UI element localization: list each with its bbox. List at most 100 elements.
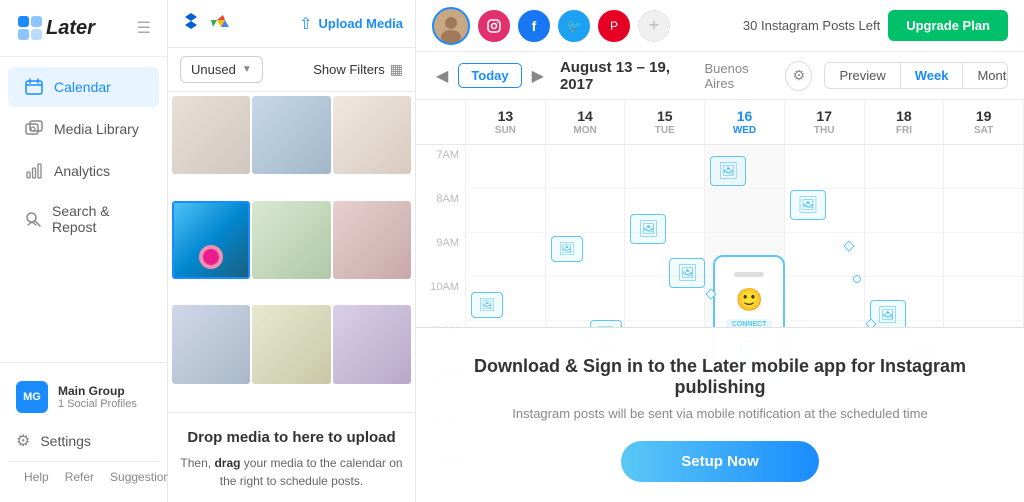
overlay-panel: Download & Sign in to the Later mobile a… xyxy=(416,327,1024,502)
drop-description: Then, drag your media to the calendar on… xyxy=(180,454,403,490)
cal-cell-2-3[interactable] xyxy=(705,233,785,277)
sidebar-item-analytics[interactable]: Analytics xyxy=(8,151,159,191)
next-arrow-button[interactable]: ▶ xyxy=(528,62,548,90)
app-logo: Later xyxy=(16,14,95,42)
media-library-icon xyxy=(24,119,44,139)
cal-cell-1-4[interactable] xyxy=(785,189,865,233)
search-repost-icon xyxy=(24,209,42,229)
sidebar-item-calendar-label: Calendar xyxy=(54,79,111,95)
sidebar-item-search-repost[interactable]: Search & Repost xyxy=(8,193,159,245)
time-header-cell xyxy=(416,100,466,144)
media-thumb[interactable] xyxy=(333,305,411,383)
cal-cell-2-5[interactable] xyxy=(865,233,945,277)
date-range: August 13 – 19, 2017 xyxy=(560,59,693,93)
timezone: Buenos Aires xyxy=(705,61,774,91)
cal-cell-1-0[interactable] xyxy=(466,189,546,233)
day-header-6: 19 SAT xyxy=(944,100,1024,144)
media-thumb[interactable] xyxy=(252,96,330,174)
dropbox-icon[interactable] xyxy=(180,10,202,37)
filter-value: Unused xyxy=(191,62,236,77)
show-filters-label: Show Filters xyxy=(313,62,385,77)
drop-desc-after: your media to the calendar on the right … xyxy=(220,456,403,488)
show-filters-button[interactable]: Show Filters ▦ xyxy=(313,61,403,78)
media-thumb[interactable] xyxy=(333,201,411,279)
calendar-toolbar: ◀ Today ▶ August 13 – 19, 2017 Buenos Ai… xyxy=(416,52,1024,100)
sidebar-item-media-label: Media Library xyxy=(54,121,139,137)
google-drive-icon[interactable] xyxy=(210,11,230,36)
tab-week[interactable]: Week xyxy=(901,63,964,88)
group-item[interactable]: MG Main Group 1 Social Profiles xyxy=(8,373,159,421)
sidebar-item-media-library[interactable]: Media Library xyxy=(8,109,159,149)
cal-cell-2-1[interactable] xyxy=(546,233,626,277)
day-header-4: 17 THU xyxy=(785,100,865,144)
help-link[interactable]: Help xyxy=(24,470,49,484)
cal-cell-0-1[interactable] xyxy=(546,145,626,189)
group-info: Main Group 1 Social Profiles xyxy=(58,384,137,410)
avatar-image xyxy=(434,9,468,43)
topbar: f 🐦 P + 30 Instagram Posts Left Upgrade … xyxy=(416,0,1024,52)
cal-cell-3-1[interactable] xyxy=(546,277,626,321)
upload-area[interactable]: ⇧ Upload Media xyxy=(299,14,403,34)
cal-cell-0-5[interactable] xyxy=(865,145,945,189)
cal-cell-2-4[interactable] xyxy=(785,233,865,277)
cal-cell-3-6[interactable] xyxy=(944,277,1024,321)
nav-arrows: ◀ Today ▶ xyxy=(432,62,548,90)
sidebar-footer: Help Refer Suggestions ⋯ xyxy=(8,461,159,492)
cal-cell-0-3[interactable] xyxy=(705,145,785,189)
instagram-icon[interactable] xyxy=(478,10,510,42)
refer-link[interactable]: Refer xyxy=(65,470,94,484)
cal-cell-2-0[interactable] xyxy=(466,233,546,277)
calendar-settings-button[interactable]: ⚙ xyxy=(785,61,812,91)
media-thumb[interactable] xyxy=(333,96,411,174)
day-header-5: 18 FRI xyxy=(865,100,945,144)
tab-preview[interactable]: Preview xyxy=(825,63,900,88)
sidebar-item-calendar[interactable]: Calendar xyxy=(8,67,159,107)
cal-cell-1-6[interactable] xyxy=(944,189,1024,233)
view-tabs: Preview Week Month xyxy=(824,62,1008,89)
prev-arrow-button[interactable]: ◀ xyxy=(432,62,452,90)
cal-cell-1-2[interactable] xyxy=(625,189,705,233)
media-thumb[interactable] xyxy=(172,305,250,383)
media-thumb[interactable] xyxy=(172,96,250,174)
day-header-2: 15 TUE xyxy=(625,100,705,144)
media-thumb[interactable] xyxy=(252,201,330,279)
facebook-icon[interactable]: f xyxy=(518,10,550,42)
cal-cell-0-2[interactable] xyxy=(625,145,705,189)
cal-cell-3-2[interactable] xyxy=(625,277,705,321)
twitter-icon[interactable]: 🐦 xyxy=(558,10,590,42)
cal-cell-3-0[interactable] xyxy=(466,277,546,321)
cal-cell-3-3[interactable] xyxy=(705,277,785,321)
cal-cell-1-3[interactable] xyxy=(705,189,785,233)
pinterest-icon[interactable]: P xyxy=(598,10,630,42)
overlay-title: Download & Sign in to the Later mobile a… xyxy=(436,356,1004,398)
cal-cell-1-1[interactable] xyxy=(546,189,626,233)
today-button[interactable]: Today xyxy=(458,63,521,88)
sidebar: Later ☰ Calendar xyxy=(0,0,168,502)
media-filters: Unused ▼ Show Filters ▦ xyxy=(168,48,415,92)
cal-cell-0-6[interactable] xyxy=(944,145,1024,189)
media-panel: ⇧ Upload Media Unused ▼ Show Filters ▦ D… xyxy=(168,0,416,502)
cal-cell-1-5[interactable] xyxy=(865,189,945,233)
cal-cell-2-2[interactable] xyxy=(625,233,705,277)
media-thumb[interactable] xyxy=(172,201,250,279)
logo-text: Later xyxy=(46,17,95,40)
upgrade-plan-button[interactable]: Upgrade Plan xyxy=(888,10,1008,41)
cal-cell-0-0[interactable] xyxy=(466,145,546,189)
hamburger-icon[interactable]: ☰ xyxy=(137,18,151,38)
group-avatar: MG xyxy=(16,381,48,413)
suggestions-link[interactable]: Suggestions xyxy=(110,470,176,484)
cal-cell-3-4[interactable] xyxy=(785,277,865,321)
cal-cell-2-6[interactable] xyxy=(944,233,1024,277)
filter-select[interactable]: Unused ▼ xyxy=(180,56,263,83)
calendar-header-row: 13 SUN 14 MON 15 TUE 16 WED 17 THU 18 FR… xyxy=(416,100,1024,145)
profile-avatar[interactable] xyxy=(432,7,470,45)
setup-now-button[interactable]: Setup Now xyxy=(621,441,819,482)
settings-item[interactable]: ⚙ Settings xyxy=(8,423,159,459)
cal-cell-3-5[interactable] xyxy=(865,277,945,321)
tab-month[interactable]: Month xyxy=(963,63,1008,88)
posts-left: 30 Instagram Posts Left xyxy=(743,18,880,33)
cal-cell-0-4[interactable] xyxy=(785,145,865,189)
add-social-icon[interactable]: + xyxy=(638,10,670,42)
media-thumb[interactable] xyxy=(252,305,330,383)
upload-label[interactable]: Upload Media xyxy=(318,16,403,31)
